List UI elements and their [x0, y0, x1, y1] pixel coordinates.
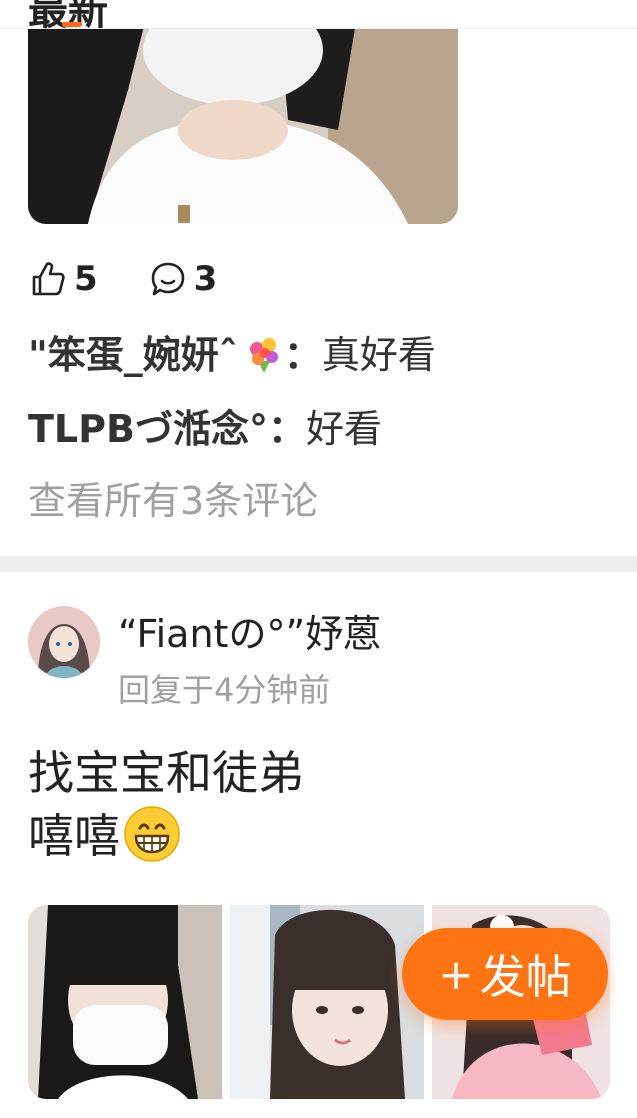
thumbs-up-icon	[32, 262, 65, 296]
avatar[interactable]	[28, 606, 100, 678]
section-title[interactable]: 最新	[28, 0, 108, 36]
like-count: 5	[74, 259, 98, 299]
top-header: 最新	[0, 0, 637, 34]
post-image[interactable]	[28, 10, 458, 224]
comment-item[interactable]: TLPBづ湉念°：好看	[28, 404, 382, 454]
comment-button[interactable]: 3	[148, 259, 218, 299]
bouquet-emoji-icon	[244, 335, 284, 375]
comment-separator: ：	[283, 333, 322, 377]
comment-separator: ：	[267, 407, 306, 451]
create-post-label: 发帖	[479, 950, 572, 1004]
post-divider	[0, 556, 637, 572]
tab-indicator	[62, 22, 82, 27]
post-text-line: 嘻嘻	[28, 809, 120, 863]
grinning-face-emoji-icon	[122, 804, 182, 864]
post-stats: 5 3	[28, 254, 267, 304]
comment-item[interactable]: "笨蛋_婉妍ˆ ：真好看	[28, 330, 436, 380]
comment-bubble-icon	[151, 262, 184, 296]
comment-count: 3	[193, 259, 218, 299]
reply-timestamp: 回复于4分钟前	[118, 671, 331, 709]
post-text-line: 找宝宝和徒弟	[28, 746, 304, 800]
post-author-name[interactable]: “Fiantの°”妤蒽	[118, 610, 381, 658]
comment-author[interactable]: TLPBづ湉念°	[28, 407, 268, 451]
post-image[interactable]	[230, 905, 424, 1099]
plus-icon: +	[438, 949, 474, 999]
comment-author[interactable]: "笨蛋_婉妍ˆ	[28, 333, 238, 377]
post-body[interactable]: 找宝宝和徒弟 嘻嘻	[28, 742, 304, 867]
like-button[interactable]: 5	[28, 259, 98, 299]
comment-text: 真好看	[321, 333, 436, 377]
create-post-button[interactable]: + 发帖	[402, 928, 608, 1020]
view-all-comments-link[interactable]: 查看所有3条评论	[28, 476, 318, 526]
post-image[interactable]	[28, 905, 222, 1099]
comment-text: 好看	[305, 407, 382, 451]
